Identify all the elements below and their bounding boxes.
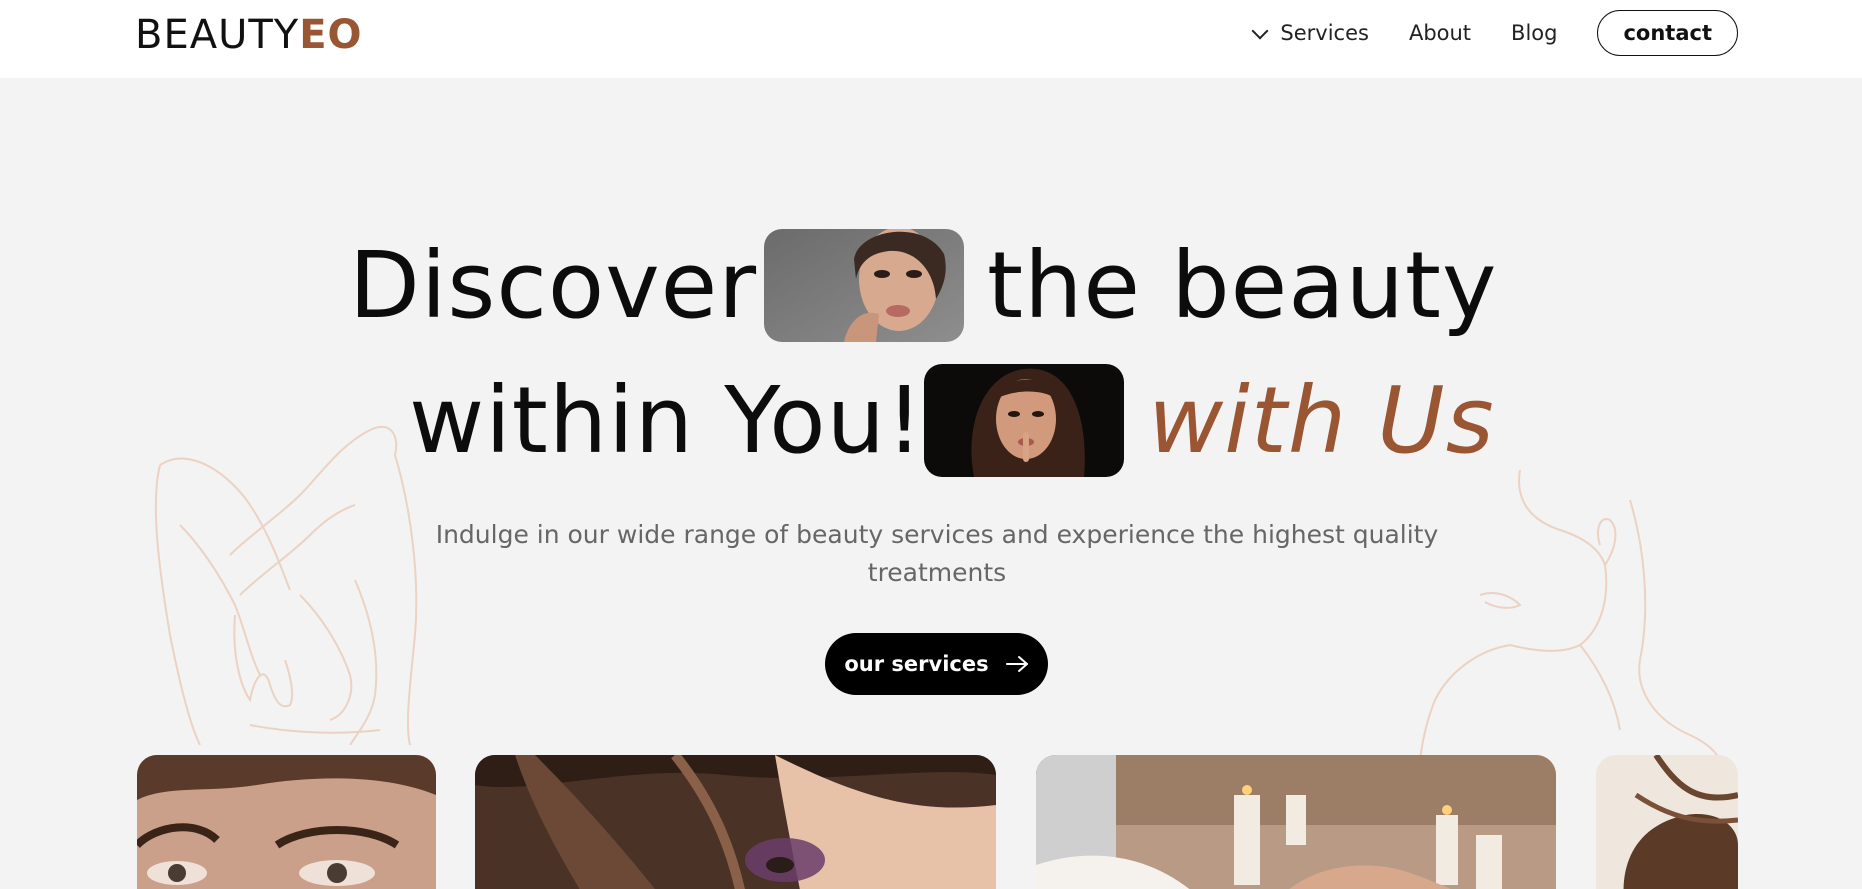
- our-services-button[interactable]: our services: [825, 633, 1048, 695]
- line-art-right-illustration: [1419, 470, 1721, 760]
- main-nav: Services About Blog contact: [1251, 9, 1738, 57]
- nav-item-services[interactable]: Services: [1251, 21, 1369, 45]
- contact-button-label: contact: [1623, 21, 1712, 45]
- nav-item-label: Blog: [1511, 21, 1558, 45]
- site-header: BEAUTYEO Services About Blog contact: [0, 0, 1862, 78]
- hero-heading-accent: with Us: [1148, 367, 1495, 474]
- contact-button[interactable]: contact: [1597, 10, 1738, 56]
- hero-heading-line-2b: with Us: [1148, 366, 1495, 476]
- logo[interactable]: BEAUTYEO: [135, 12, 363, 58]
- gallery-card-2[interactable]: [475, 755, 996, 889]
- logo-text: BEAUTY: [135, 12, 300, 58]
- hero-heading-line-2a: within You!: [409, 367, 924, 474]
- nav-item-label: Services: [1280, 21, 1369, 45]
- nav-item-about[interactable]: About: [1409, 21, 1471, 45]
- hero-portrait-thumbnail-1: [764, 229, 964, 342]
- our-services-button-label: our services: [844, 652, 989, 676]
- gallery-card-3[interactable]: [1036, 755, 1556, 889]
- gallery-card-1[interactable]: [137, 755, 436, 889]
- chevron-down-icon: [1251, 22, 1269, 40]
- hero-portrait-thumbnail-2: [924, 364, 1124, 477]
- logo-accent-text: EO: [299, 12, 363, 58]
- hero-heading-line-1b: the beauty: [987, 232, 1498, 339]
- hero-subtitle: Indulge in our wide range of beauty serv…: [435, 520, 1439, 587]
- arrow-right-icon: [1005, 655, 1029, 673]
- line-art-left-illustration: [154, 425, 418, 745]
- hero-heading-line-1a: Discover: [349, 232, 758, 339]
- gallery-card-4[interactable]: [1596, 755, 1738, 889]
- nav-item-blog[interactable]: Blog: [1511, 21, 1557, 45]
- nav-item-label: About: [1408, 21, 1472, 45]
